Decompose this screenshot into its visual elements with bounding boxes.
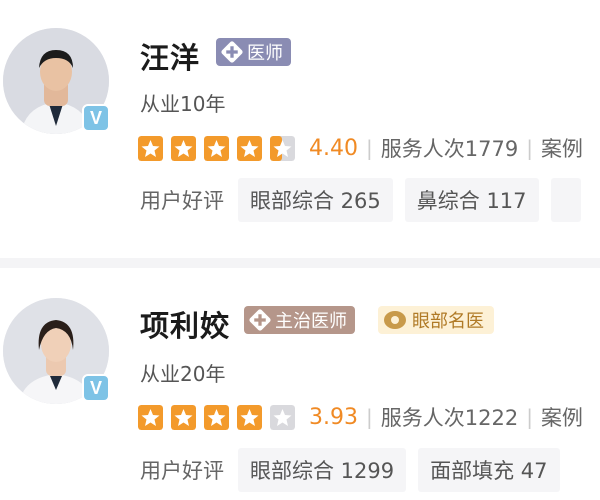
title-tag: 主治医师: [244, 306, 355, 334]
avatar-wrap: V: [3, 28, 110, 134]
doctor-name[interactable]: 汪洋: [140, 35, 200, 77]
title-tag-label: 主治医师: [275, 311, 347, 332]
star-icon: [138, 135, 163, 161]
review-chip-more[interactable]: [550, 178, 581, 222]
famous-tag-label: 眼部名医: [412, 311, 484, 332]
review-chip[interactable]: 鼻综合 117: [404, 178, 539, 222]
star-icon: [204, 135, 229, 161]
title-tag: 医师: [216, 38, 291, 66]
service-count: 服务人次1779: [380, 137, 519, 161]
separator: |: [526, 405, 533, 429]
separator: |: [365, 136, 373, 160]
rating-score: 3.93: [309, 404, 358, 430]
review-row: 用户好评 眼部综合 1299 面部填充 47: [140, 448, 572, 492]
star-icon: [204, 404, 229, 430]
rating-row: 4.40 | 服务人次1779 | 案例: [138, 133, 583, 163]
review-chip[interactable]: 面部填充 47: [418, 448, 560, 492]
doctor-card-2[interactable]: V 项利姣 主治医师 眼部名医 从业20年 3.93 | 服务人次1222 | …: [0, 268, 600, 500]
medical-cross-icon: [220, 40, 244, 64]
star-icon: [237, 135, 262, 161]
case-count[interactable]: 案例: [541, 402, 583, 432]
rating-row: 3.93 | 服务人次1222 | 案例: [138, 402, 583, 432]
avatar-wrap: V: [3, 298, 110, 404]
doctor-name[interactable]: 项利姣: [140, 303, 230, 345]
famous-doctor-tag: 眼部名医: [378, 306, 494, 334]
medical-cross-icon: [248, 308, 272, 332]
review-chip[interactable]: 眼部综合 265: [238, 178, 393, 222]
verified-badge: V: [82, 104, 110, 132]
star-icon: [138, 404, 163, 430]
star-icon: [171, 404, 196, 430]
review-row: 用户好评 眼部综合 265 鼻综合 117: [140, 178, 593, 222]
doctor-card-1[interactable]: V 汪洋 医师 从业10年 4.40 | 服务人次1779 | 案例 用户好评 …: [0, 0, 600, 258]
years-of-practice: 从业20年: [140, 362, 226, 386]
verified-badge: V: [82, 374, 110, 402]
service-count: 服务人次1222: [380, 406, 519, 430]
star-icon: [237, 404, 262, 430]
review-label: 用户好评: [140, 189, 224, 213]
title-tag-label: 医师: [247, 43, 283, 64]
years-of-practice: 从业10年: [140, 92, 226, 116]
separator: |: [365, 405, 373, 429]
rating-score: 4.40: [309, 135, 358, 161]
star-half-icon: [270, 135, 295, 161]
eye-icon: [384, 311, 406, 329]
separator: |: [526, 136, 533, 160]
card-divider: [0, 258, 600, 268]
star-icon: [171, 135, 196, 161]
review-label: 用户好评: [140, 459, 224, 483]
star-empty-icon: [270, 404, 295, 430]
case-count[interactable]: 案例: [541, 133, 583, 163]
review-chip[interactable]: 眼部综合 1299: [238, 448, 407, 492]
